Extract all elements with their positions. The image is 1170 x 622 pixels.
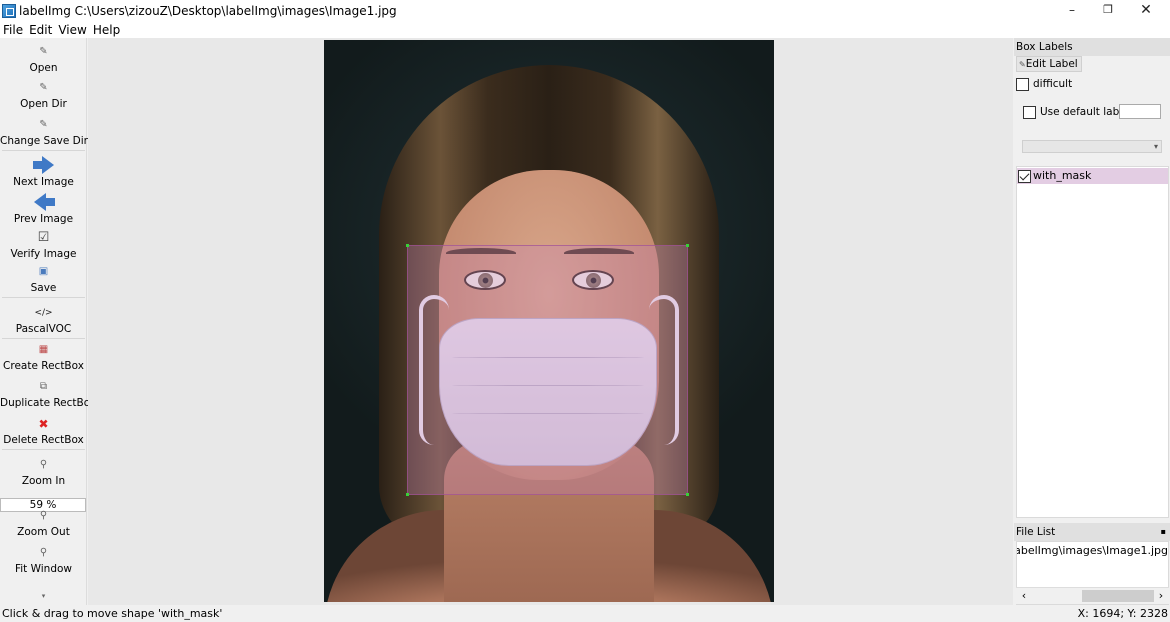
prev-image-label: Prev Image <box>13 213 74 225</box>
scrollbar-thumb[interactable] <box>1082 590 1154 602</box>
menu-edit[interactable]: Edit <box>26 23 55 37</box>
menu-file[interactable]: File <box>0 23 26 37</box>
fit-window-button[interactable]: ⚲ Fit Window <box>0 545 87 576</box>
edit-label-button[interactable]: ✎Edit Label <box>1016 56 1082 72</box>
arrow-right-icon <box>32 156 55 174</box>
close-button[interactable]: ✕ <box>1128 0 1164 22</box>
file-list-header: File List ▪ <box>1014 523 1170 541</box>
labelimg-app-icon <box>2 4 16 18</box>
format-button[interactable]: </> PascalVOC <box>0 305 87 339</box>
file-list-horizontal-scrollbar[interactable]: ‹ › <box>1016 587 1169 604</box>
save-disk-icon: ▣ <box>38 266 49 277</box>
edit-pencil-icon: ✎ <box>1019 60 1026 69</box>
zoom-out-button[interactable]: ⚲ Zoom Out <box>0 508 87 539</box>
prev-image-button[interactable]: Prev Image <box>0 193 87 226</box>
zoom-in-label: Zoom In <box>21 475 66 487</box>
open-file-icon: ✎ <box>39 46 48 57</box>
save-dir-icon: ✎ <box>39 119 48 130</box>
use-default-label-text: Use default label <box>1040 106 1129 118</box>
difficult-checkbox[interactable] <box>1016 77 1029 91</box>
zoom-out-label: Zoom Out <box>17 526 70 538</box>
bbox-handle-top-right[interactable] <box>686 244 689 247</box>
right-dock: Box Labels ✎Edit Label difficult Use def… <box>1014 38 1170 605</box>
label-item-with-mask[interactable]: with_mask <box>1017 168 1168 184</box>
fit-window-label: Fit Window <box>14 563 73 575</box>
toolbar-more-icon[interactable]: ▾ <box>0 592 87 600</box>
open-button-label: Open <box>29 62 58 74</box>
box-labels-title: Box Labels <box>1014 38 1170 56</box>
file-list-item[interactable]: p\labelImg\images\Image1.jpg <box>1017 544 1168 557</box>
use-default-label-row[interactable]: Use default label <box>1023 104 1129 120</box>
create-rect-icon: ▦ <box>38 344 49 355</box>
scroll-left-icon[interactable]: ‹ <box>1018 588 1030 604</box>
bbox-handle-bottom-right[interactable] <box>686 493 689 496</box>
difficult-label: difficult <box>1033 78 1073 90</box>
change-save-dir-label: Change Save Dir <box>0 135 88 147</box>
zoom-in-button[interactable]: ⚲ Zoom In <box>0 457 87 488</box>
use-default-label-checkbox[interactable] <box>1023 105 1036 119</box>
image-canvas[interactable] <box>88 38 1013 605</box>
status-bar: Click & drag to move shape 'with_mask' X… <box>0 605 1170 622</box>
next-image-button[interactable]: Next Image <box>0 156 87 189</box>
menu-bar: File Edit View Help <box>0 22 1170 38</box>
create-rectbox-label: Create RectBox <box>3 360 84 372</box>
zoom-in-icon: ⚲ <box>39 459 48 470</box>
more-chevron-icon: ▾ <box>41 592 46 600</box>
window-title: labelImg C:\Users\zizouZ\Desktop\labelIm… <box>19 4 397 18</box>
bounding-box-with-mask[interactable] <box>406 244 689 496</box>
cursor-coordinates: X: 1694; Y: 2328 <box>1077 607 1168 620</box>
verify-image-button[interactable]: ☑ Verify Image <box>0 230 87 261</box>
label-combobox[interactable]: ▾ <box>1022 140 1162 153</box>
edit-label-text: Edit Label <box>1025 58 1078 70</box>
open-dir-button[interactable]: ✎ Open Dir <box>0 80 87 111</box>
fit-window-icon: ⚲ <box>39 547 48 558</box>
next-image-label: Next Image <box>13 176 74 188</box>
zoom-out-icon: ⚲ <box>39 510 48 521</box>
label-item-text: with_mask <box>1033 169 1092 182</box>
open-folder-icon: ✎ <box>39 82 48 93</box>
open-dir-label: Open Dir <box>20 98 67 110</box>
dock-float-icon[interactable]: ▪ <box>1161 523 1166 541</box>
menu-view[interactable]: View <box>55 23 89 37</box>
bbox-handle-bottom-left[interactable] <box>406 493 409 496</box>
minimize-button[interactable]: – <box>1054 0 1090 22</box>
save-button[interactable]: ▣ Save <box>0 264 87 298</box>
code-icon: </> <box>34 308 53 318</box>
label-visible-checkbox[interactable] <box>1018 169 1031 183</box>
difficult-checkbox-row[interactable]: difficult <box>1016 77 1072 91</box>
maximize-button[interactable]: ❐ <box>1090 0 1126 22</box>
save-label: Save <box>30 282 57 294</box>
duplicate-rectbox-button[interactable]: ⧉ Duplicate RectBox <box>0 379 97 410</box>
default-label-input[interactable] <box>1119 104 1161 119</box>
title-bar: labelImg C:\Users\zizouZ\Desktop\labelIm… <box>0 0 1170 22</box>
delete-rectbox-button[interactable]: ✖ Delete RectBox <box>0 416 87 450</box>
duplicate-rectbox-label: Duplicate RectBox <box>0 397 97 409</box>
scroll-right-icon[interactable]: › <box>1155 588 1167 604</box>
left-toolbar: ✎ Open ✎ Open Dir ✎ Change Save Dir Next… <box>0 38 97 605</box>
create-rectbox-button[interactable]: ▦ Create RectBox <box>0 342 87 373</box>
duplicate-icon: ⧉ <box>39 381 48 392</box>
chevron-down-icon: ▾ <box>1153 142 1158 151</box>
arrow-left-icon <box>33 193 55 211</box>
label-list[interactable]: with_mask <box>1016 166 1169 518</box>
checkbox-icon: ☑ <box>37 230 50 245</box>
delete-rectbox-label: Delete RectBox <box>3 434 84 446</box>
verify-image-label: Verify Image <box>10 248 77 260</box>
file-list-title: File List <box>1016 526 1056 538</box>
format-label: PascalVOC <box>15 323 72 335</box>
status-message: Click & drag to move shape 'with_mask' <box>2 607 223 620</box>
menu-help[interactable]: Help <box>90 23 123 37</box>
open-button[interactable]: ✎ Open <box>0 44 87 75</box>
bbox-handle-top-left[interactable] <box>406 244 409 247</box>
delete-x-icon: ✖ <box>38 417 49 431</box>
change-save-dir-button[interactable]: ✎ Change Save Dir <box>0 117 88 151</box>
